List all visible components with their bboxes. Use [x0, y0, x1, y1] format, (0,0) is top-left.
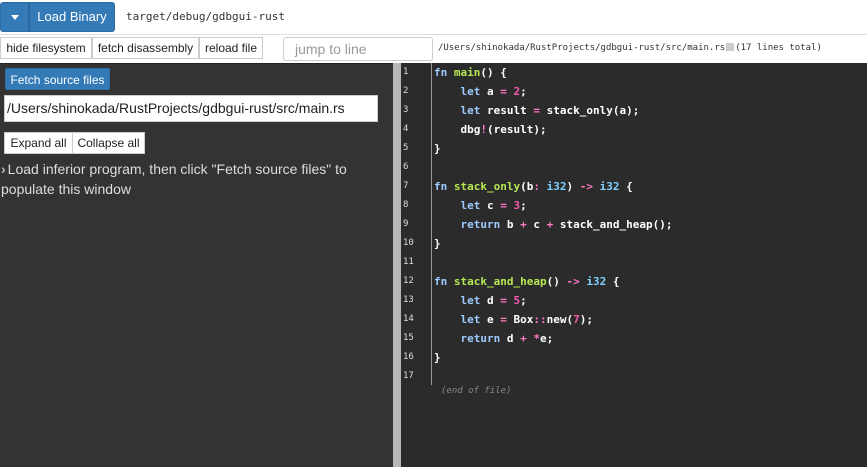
code-text: let a = 2;: [460, 85, 527, 98]
toolbar: hide filesystem fetch disassembly reload…: [0, 35, 867, 63]
file-path-text: /Users/shinokada/RustProjects/gdbgui-rus…: [438, 43, 726, 53]
code-text: let d = 5;: [460, 294, 527, 307]
code-line: 16}: [401, 348, 867, 367]
code-line: 3 let result = stack_only(a);: [401, 101, 867, 120]
file-tree-message-text: Load inferior program, then click "Fetch…: [1, 161, 347, 197]
line-number[interactable]: 9: [401, 215, 429, 234]
code-text: }: [434, 142, 441, 155]
code-text: dbg!(result);: [434, 123, 547, 136]
line-number[interactable]: 2: [401, 82, 429, 101]
current-file-path: /Users/shinokada/RustProjects/gdbgui-rus…: [438, 41, 822, 55]
code-line: 2 let a = 2;: [401, 82, 867, 101]
load-binary-button[interactable]: Load Binary: [29, 2, 115, 32]
line-number[interactable]: 16: [401, 348, 429, 367]
code-text: return d + *e;: [460, 332, 554, 345]
code-line: 14 let e = Box::new(7);: [401, 310, 867, 329]
reload-file-button[interactable]: reload file: [199, 37, 263, 59]
hide-filesystem-button[interactable]: hide filesystem: [0, 37, 92, 59]
code-line: 9 return b + c + stack_and_heap();: [401, 215, 867, 234]
line-number[interactable]: 11: [401, 253, 429, 272]
code-text: let e = Box::new(7);: [460, 313, 594, 326]
code-line: 4 dbg!(result);: [401, 120, 867, 139]
code-line: 13 let d = 5;: [401, 291, 867, 310]
code-line: 1 fn main() {: [401, 63, 867, 82]
line-number[interactable]: 14: [401, 310, 429, 329]
code-text: fn main() {: [434, 66, 507, 79]
fetch-source-files-button[interactable]: Fetch source files: [5, 68, 110, 90]
line-number[interactable]: 12: [401, 272, 429, 291]
code-line: 12 fn stack_and_heap() -> i32 {: [401, 272, 867, 291]
code-text: fn stack_only(b: i32) -> i32 {: [434, 180, 633, 193]
source-file-input[interactable]: /Users/shinokada/RustProjects/gdbgui-rus…: [4, 95, 378, 122]
file-tree-message: › Load inferior program, then click "Fetc…: [1, 159, 381, 199]
pane-splitter[interactable]: [393, 63, 401, 467]
code-line: 10}: [401, 234, 867, 253]
line-number[interactable]: 5: [401, 139, 429, 158]
code-line: 7 fn stack_only(b: i32) -> i32 {: [401, 177, 867, 196]
line-count: (17 lines total): [735, 43, 822, 53]
line-number[interactable]: 15: [401, 329, 429, 348]
line-number[interactable]: 3: [401, 101, 429, 120]
code-text: fn stack_and_heap() -> i32 {: [434, 275, 620, 288]
code-line: 6: [401, 158, 867, 177]
code-line: 15 return d + *e;: [401, 329, 867, 348]
code-text: }: [434, 237, 441, 250]
square-icon: [726, 43, 735, 51]
code-line: 17: [401, 367, 867, 386]
code-line: 11: [401, 253, 867, 272]
code-line: 5}: [401, 139, 867, 158]
code-text: }: [434, 351, 441, 364]
jump-to-line-input[interactable]: jump to line: [283, 37, 433, 61]
binary-path-input[interactable]: target/debug/gdbgui-rust: [117, 2, 865, 32]
source-code-pane: 1 fn main() { 2 let a = 2; 3 let result =…: [401, 63, 867, 467]
code-text: return b + c + stack_and_heap();: [460, 218, 673, 231]
code-line: 8 let c = 3;: [401, 196, 867, 215]
expand-all-button[interactable]: Expand all: [4, 132, 73, 154]
line-number[interactable]: 4: [401, 120, 429, 139]
chevron-right-icon: ›: [1, 161, 6, 177]
fetch-disassembly-button[interactable]: fetch disassembly: [92, 37, 199, 59]
code-text: let c = 3;: [460, 199, 527, 212]
line-number[interactable]: 8: [401, 196, 429, 215]
load-binary-dropdown-toggle[interactable]: [0, 2, 29, 32]
code-text: let result = stack_only(a);: [460, 104, 640, 117]
line-number[interactable]: 10: [401, 234, 429, 253]
line-number[interactable]: 6: [401, 158, 429, 177]
collapse-all-button[interactable]: Collapse all: [72, 132, 145, 154]
line-number[interactable]: 13: [401, 291, 429, 310]
line-number[interactable]: 1: [401, 63, 429, 82]
caret-down-icon: [10, 15, 19, 20]
top-bar: Load Binary target/debug/gdbgui-rust: [0, 0, 867, 34]
line-number[interactable]: 17: [401, 367, 429, 386]
line-number[interactable]: 7: [401, 177, 429, 196]
file-browser-pane: Fetch source files /Users/shinokada/Rust…: [0, 63, 393, 467]
end-of-file-marker: (end of file): [441, 386, 512, 396]
